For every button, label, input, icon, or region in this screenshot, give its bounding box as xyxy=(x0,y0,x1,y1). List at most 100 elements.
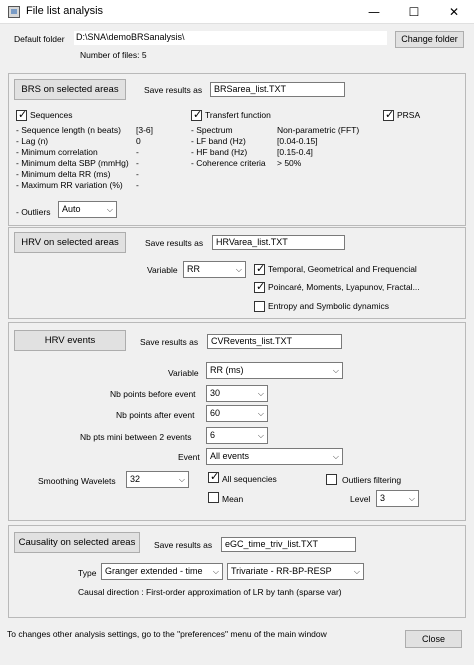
level-select[interactable]: 3 ⌵ xyxy=(376,490,419,507)
hrv-temporal-label: Temporal, Geometrical and Frequencial xyxy=(268,264,417,274)
events-button[interactable]: HRV events xyxy=(14,330,126,351)
causality-type2-value: Trivariate - RR-BP-RESP xyxy=(231,566,332,576)
level-value: 3 xyxy=(380,493,386,503)
param-label: - Sequence length (n beats) xyxy=(16,125,121,135)
brs-save-input[interactable]: BRSarea_list.TXT xyxy=(210,82,345,97)
param-label: - Minimum delta SBP (mmHg) xyxy=(16,158,129,168)
param-label: - Maximum RR variation (%) xyxy=(16,180,123,190)
level-label: Level xyxy=(350,494,371,504)
event-value: All events xyxy=(210,451,250,461)
brs-save-label: Save results as xyxy=(144,85,203,95)
param-label: - HF band (Hz) xyxy=(191,147,248,157)
events-variable-select[interactable]: RR (ms) ⌵ xyxy=(206,362,343,379)
mini-value: 6 xyxy=(210,430,216,440)
after-value: 60 xyxy=(210,408,221,418)
param-value: Non-parametric (FFT) xyxy=(277,125,360,135)
causality-save-input[interactable]: eGC_time_triv_list.TXT xyxy=(221,537,356,552)
hrv-save-input[interactable]: HRVarea_list.TXT xyxy=(212,235,345,250)
event-select[interactable]: All events ⌵ xyxy=(206,448,343,465)
hrv-temporal-checkbox[interactable] xyxy=(254,262,265,275)
param-row: - Minimum correlation - xyxy=(16,147,139,157)
chevron-down-icon: ⌵ xyxy=(106,205,113,214)
brs-button[interactable]: BRS on selected areas xyxy=(14,79,126,100)
param-row: - Maximum RR variation (%) - xyxy=(16,180,139,190)
hrv-variable-value: RR xyxy=(187,264,200,274)
prsa-checkbox[interactable] xyxy=(383,108,394,121)
hrv-entropy-checkbox[interactable] xyxy=(254,301,265,312)
causal-direction-text: Causal direction : First-order approxima… xyxy=(78,587,342,597)
param-label: - Spectrum xyxy=(191,125,233,135)
after-select[interactable]: 60 ⌵ xyxy=(206,405,268,422)
brs-outliers-value: Auto xyxy=(62,204,81,214)
param-label: - Lag (n) xyxy=(16,136,49,146)
causality-button[interactable]: Causality on selected areas xyxy=(14,532,140,553)
default-folder-field[interactable]: D:\SNA\demoBRSanalysis\ xyxy=(74,31,387,45)
causality-type2-select[interactable]: Trivariate - RR-BP-RESP ⌵ xyxy=(227,563,364,580)
close-window-button[interactable]: ✕ xyxy=(434,0,474,24)
param-row: - HF band (Hz) [0.15-0.4] xyxy=(191,147,313,157)
param-label: - Minimum delta RR (ms) xyxy=(16,169,111,179)
events-save-input[interactable]: CVRevents_list.TXT xyxy=(207,334,342,349)
mini-label: Nb pts mini between 2 events xyxy=(80,432,192,442)
param-row: - Minimum delta SBP (mmHg) - xyxy=(16,158,139,168)
all-seq-checkbox[interactable] xyxy=(208,470,219,483)
param-row: - LF band (Hz) [0.04-0.15] xyxy=(191,136,318,146)
outliers-filter-label: Outliers filtering xyxy=(342,475,402,485)
param-row: - Sequence length (n beats) [3-6] xyxy=(16,125,153,135)
after-label: Nb points after event xyxy=(116,410,195,420)
change-folder-button[interactable]: Change folder xyxy=(395,31,464,48)
events-variable-label: Variable xyxy=(168,368,199,378)
mini-select[interactable]: 6 ⌵ xyxy=(206,427,268,444)
param-value: - xyxy=(136,169,139,179)
param-value: > 50% xyxy=(277,158,302,168)
param-row: - Coherence criteria > 50% xyxy=(191,158,301,168)
brs-outliers-select[interactable]: Auto ⌵ xyxy=(58,201,117,218)
chevron-down-icon: ⌵ xyxy=(408,494,415,503)
hrv-save-label: Save results as xyxy=(145,238,204,248)
transfer-checkbox[interactable] xyxy=(191,108,202,121)
hrv-variable-select[interactable]: RR ⌵ xyxy=(183,261,246,278)
before-select[interactable]: 30 ⌵ xyxy=(206,385,268,402)
sequences-checkbox[interactable] xyxy=(16,108,27,121)
param-row: - Lag (n) 0 xyxy=(16,136,141,146)
maximize-button[interactable]: ☐ xyxy=(394,0,434,24)
mean-checkbox[interactable] xyxy=(208,492,219,503)
smooth-select[interactable]: 32 ⌵ xyxy=(126,471,189,488)
causality-type-label: Type xyxy=(78,568,97,578)
hrv-button[interactable]: HRV on selected areas xyxy=(14,232,126,253)
minimize-button[interactable]: — xyxy=(354,0,394,24)
all-seq-label: All sequencies xyxy=(222,474,277,484)
outliers-filter-checkbox[interactable] xyxy=(326,474,337,485)
param-value: 0 xyxy=(136,136,141,146)
causality-save-label: Save results as xyxy=(154,540,213,550)
chevron-down-icon: ⌵ xyxy=(235,265,242,274)
smooth-label: Smoothing Wavelets xyxy=(38,476,116,486)
event-label: Event xyxy=(178,452,200,462)
hrv-poincare-label: Poincaré, Moments, Lyapunov, Fractal... xyxy=(268,282,420,292)
param-value: - xyxy=(136,158,139,168)
causality-type-select[interactable]: Granger extended - time ⌵ xyxy=(101,563,223,580)
window-title: File list analysis xyxy=(26,5,104,17)
param-label: - Coherence criteria xyxy=(191,158,266,168)
param-value: [3-6] xyxy=(136,125,154,135)
param-label: - LF band (Hz) xyxy=(191,136,246,146)
chevron-down-icon: ⌵ xyxy=(257,409,264,418)
before-label: Nb points before event xyxy=(110,389,196,399)
footer-note: To changes other analysis settings, go t… xyxy=(7,629,327,639)
transfer-label: Transfert function xyxy=(205,110,271,120)
chevron-down-icon: ⌵ xyxy=(332,366,339,375)
causality-type-value: Granger extended - time xyxy=(105,566,203,576)
chevron-down-icon: ⌵ xyxy=(178,475,185,484)
param-value: [0.04-0.15] xyxy=(277,136,318,146)
chevron-down-icon: ⌵ xyxy=(212,567,219,576)
close-button[interactable]: Close xyxy=(405,630,462,648)
chevron-down-icon: ⌵ xyxy=(257,431,264,440)
param-label: - Minimum correlation xyxy=(16,147,98,157)
num-files-text: Number of files: 5 xyxy=(80,50,147,60)
hrv-entropy-label: Entropy and Symbolic dynamics xyxy=(268,301,389,311)
default-folder-label: Default folder xyxy=(14,34,65,44)
param-row: - Minimum delta RR (ms) - xyxy=(16,169,139,179)
chevron-down-icon: ⌵ xyxy=(332,452,339,461)
hrv-poincare-checkbox[interactable] xyxy=(254,280,265,293)
app-icon xyxy=(8,6,20,18)
